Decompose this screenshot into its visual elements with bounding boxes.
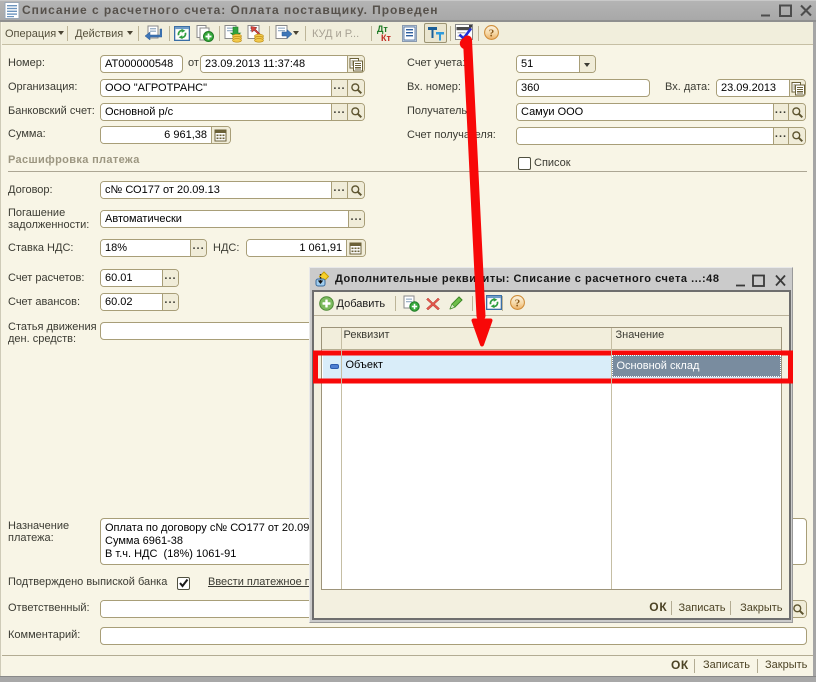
svg-text:?: ? bbox=[489, 28, 495, 40]
svg-text:?: ? bbox=[514, 298, 520, 310]
